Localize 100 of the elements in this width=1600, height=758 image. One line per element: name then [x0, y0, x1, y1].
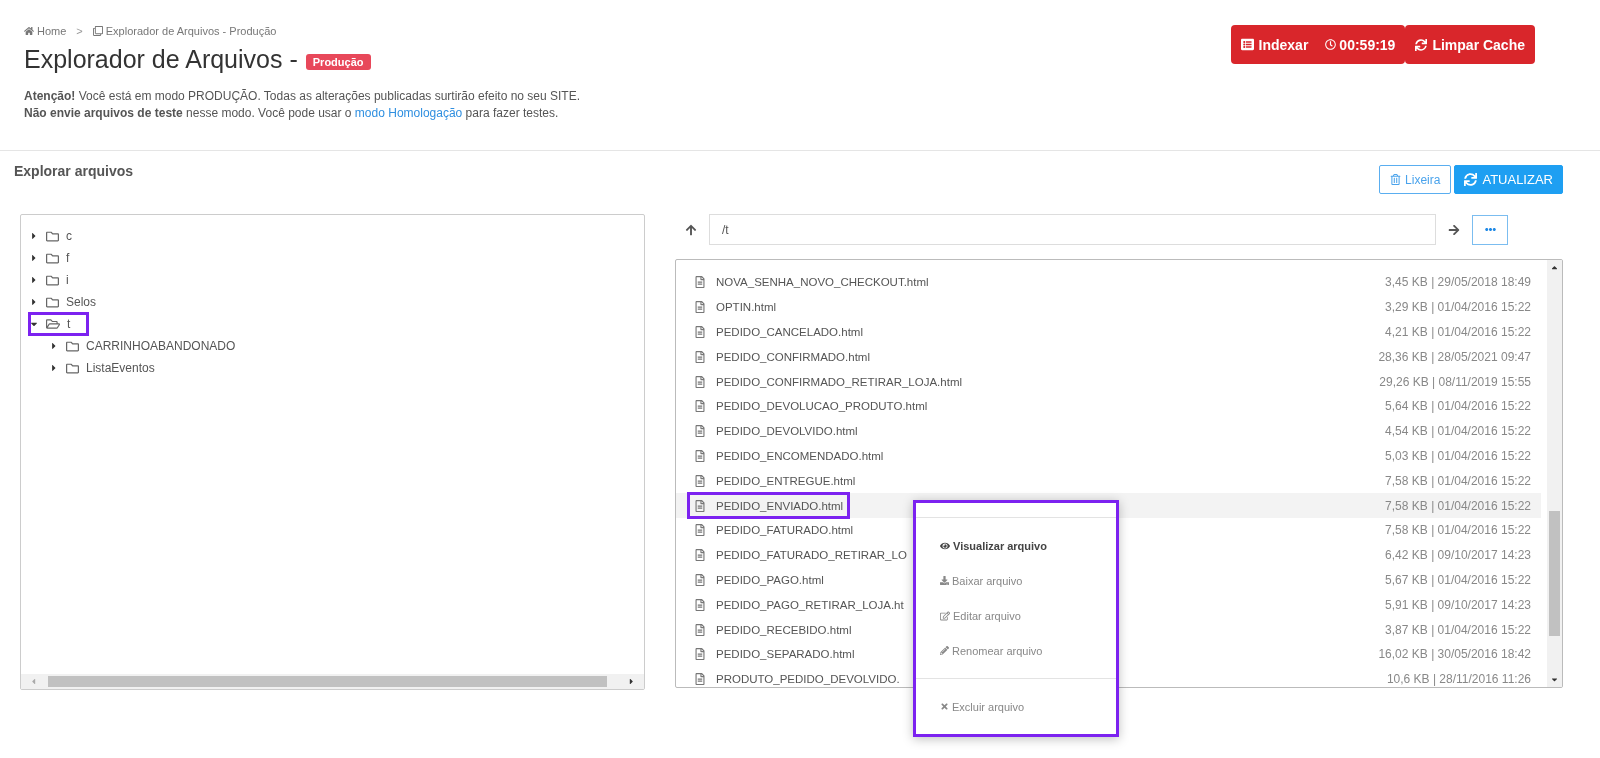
file-name[interactable]: PEDIDO_ENCOMENDADO.html — [688, 443, 890, 469]
menu-item[interactable]: Editar arquivo — [916, 598, 1116, 633]
path-field[interactable]: /t — [709, 214, 1436, 245]
file-name[interactable]: PEDIDO_FATURADO_RETIRAR_LO — [688, 542, 913, 568]
file-name[interactable]: PEDIDO_DEVOLUCAO_PRODUTO.html — [688, 394, 934, 419]
file-icon — [694, 449, 706, 462]
more-button[interactable] — [1472, 214, 1508, 245]
file-name[interactable]: NOVA_SENHA_NOVO_CHECKOUT.html — [688, 270, 935, 295]
file-meta: 7,58 KB | 01/04/2016 15:22 — [1385, 473, 1531, 488]
file-meta: 3,29 KB | 01/04/2016 15:22 — [1385, 300, 1531, 315]
folder-open-icon — [46, 317, 60, 331]
menu-item[interactable]: Excluir arquivo — [916, 689, 1116, 724]
menu-item[interactable]: Baixar arquivo — [916, 563, 1116, 598]
list-icon — [1240, 38, 1254, 51]
file-name[interactable]: PEDIDO_RECEBIDO.html — [688, 617, 858, 642]
file-icon — [694, 276, 706, 289]
file-icon — [694, 673, 706, 686]
file-name[interactable]: PEDIDO_FATURADO.html — [688, 517, 860, 543]
file-meta: 29,26 KB | 08/11/2019 15:55 — [1379, 374, 1531, 389]
menu-item[interactable]: Renomear arquivo — [916, 633, 1116, 668]
file-icon — [694, 499, 706, 512]
breadcrumb-link[interactable]: Home — [24, 25, 67, 37]
tree-item[interactable]: t — [29, 313, 89, 335]
home-icon — [24, 26, 34, 36]
file-name[interactable]: PRODUTO_PEDIDO_DEVOLVIDO. — [688, 666, 906, 687]
tree-item[interactable]: f — [29, 247, 88, 269]
file-name[interactable]: PEDIDO_ENTREGUE.html — [688, 468, 862, 494]
file-meta: 10,6 KB | 28/11/2016 11:26 — [1386, 672, 1531, 687]
tree-item[interactable]: CARRINHOABANDONADO — [49, 335, 254, 357]
file-icon — [694, 350, 706, 363]
file-name[interactable]: PEDIDO_PAGO_RETIRAR_LOJA.ht — [688, 592, 910, 618]
up-arrow-icon[interactable] — [685, 223, 697, 236]
file-meta: 3,87 KB | 01/04/2016 15:22 — [1385, 622, 1531, 637]
file-icon — [694, 549, 706, 562]
vertical-scrollbar[interactable] — [1547, 260, 1562, 687]
scroll-down-icon[interactable] — [1550, 675, 1559, 684]
section-title: Explorar arquivos — [14, 163, 134, 179]
tree-item[interactable]: c — [29, 225, 90, 247]
file-meta: 4,54 KB | 01/04/2016 15:22 — [1385, 424, 1531, 439]
file-name[interactable]: PEDIDO_DEVOLVIDO.html — [688, 418, 864, 444]
close-icon — [940, 702, 949, 711]
scroll-right-icon[interactable] — [627, 677, 636, 686]
clear-cache-button[interactable]: Limpar Cache — [1405, 25, 1535, 64]
file-meta: 6,42 KB | 09/10/2017 14:23 — [1385, 548, 1531, 563]
eye-icon — [940, 540, 950, 551]
file-icon — [694, 648, 706, 661]
go-arrow-icon[interactable] — [1448, 223, 1460, 236]
folder-icon — [46, 295, 59, 309]
file-icon — [694, 524, 706, 537]
folder-icon — [46, 229, 59, 243]
file-icon — [694, 623, 706, 636]
file-icon — [694, 425, 706, 438]
menu-item[interactable]: Visualizar arquivo — [916, 528, 1116, 563]
file-name[interactable]: PEDIDO_SEPARADO.html — [688, 641, 861, 667]
scrollbar-thumb[interactable] — [48, 676, 607, 687]
folder-icon — [46, 251, 59, 265]
page-title: Explorador de Arquivos - — [24, 45, 298, 74]
file-icon — [694, 474, 706, 487]
clock-icon — [1325, 39, 1337, 50]
refresh-icon — [1415, 38, 1428, 51]
refresh-icon — [1464, 173, 1478, 186]
file-meta: 5,03 KB | 01/04/2016 15:22 — [1385, 448, 1531, 463]
scroll-left-icon[interactable] — [29, 677, 38, 686]
file-meta: 4,21 KB | 01/04/2016 15:22 — [1385, 325, 1531, 339]
pages-icon — [92, 26, 103, 36]
horizontal-scrollbar[interactable] — [21, 674, 644, 689]
file-meta: 5,91 KB | 09/10/2017 14:23 — [1385, 597, 1531, 612]
pencil-icon — [940, 646, 949, 655]
file-icon — [694, 573, 706, 586]
file-name[interactable]: PEDIDO_ENVIADO.html — [688, 493, 850, 518]
folder-icon — [66, 339, 79, 353]
file-icon — [694, 326, 706, 338]
timer: 00:59:19 — [1325, 36, 1396, 53]
file-meta: 3,45 KB | 29/05/2018 18:49 — [1385, 275, 1531, 290]
file-name[interactable]: OPTIN.html — [688, 294, 783, 320]
edit-icon — [940, 610, 950, 621]
file-meta: 7,58 KB | 01/04/2016 15:22 — [1385, 523, 1531, 538]
homologation-link[interactable]: modo Homologação — [354, 106, 463, 120]
file-name[interactable]: PEDIDO_CONFIRMADO.html — [688, 344, 876, 370]
file-meta: 7,58 KB | 01/04/2016 15:22 — [1385, 498, 1531, 513]
file-icon — [694, 301, 706, 314]
notice-text: Não envie arquivos de teste nesse modo. Você pode usar o modo Homologação para fazer testes. — [24, 105, 560, 122]
tree-item[interactable]: Selos — [29, 291, 115, 313]
file-name[interactable]: PEDIDO_CONFIRMADO_RETIRAR_LOJA.html — [688, 369, 968, 394]
file-meta: 16,02 KB | 30/05/2016 18:42 — [1378, 647, 1531, 662]
file-name[interactable]: PEDIDO_CANCELADO.html — [688, 319, 869, 345]
file-icon — [694, 598, 706, 611]
trash-icon — [1390, 174, 1402, 185]
tree-item[interactable]: i — [29, 269, 87, 291]
breadcrumb-link[interactable]: Explorador de Arquivos - Produção — [92, 25, 277, 37]
tree-item[interactable]: ListaEventos — [49, 357, 173, 379]
index-button[interactable]: Indexar 00:59:19 — [1230, 25, 1406, 64]
download-icon — [940, 576, 949, 585]
scrollbar-thumb[interactable] — [1549, 511, 1560, 636]
notice-text: Atenção! Você está em modo PRODUÇÃO. Todas as alterações publicadas surtirão efeito no seu SITE. — [24, 88, 581, 105]
scroll-up-icon[interactable] — [1550, 263, 1559, 272]
breadcrumb-separator: > — [76, 25, 83, 37]
file-name[interactable]: PEDIDO_PAGO.html — [688, 567, 830, 593]
file-icon — [694, 375, 706, 388]
file-meta: 5,67 KB | 01/04/2016 15:22 — [1385, 572, 1531, 587]
